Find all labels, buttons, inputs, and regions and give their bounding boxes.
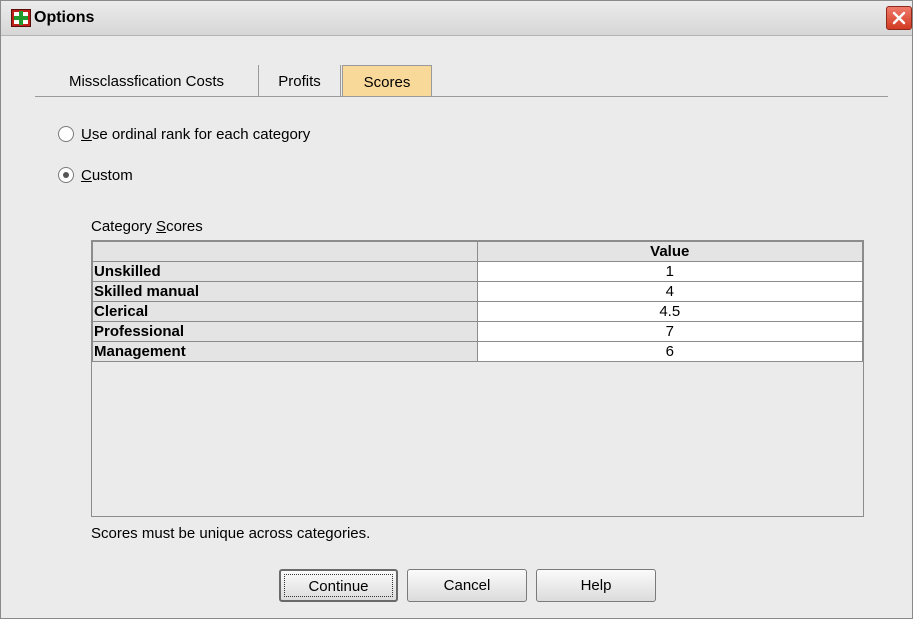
- tab-profits[interactable]: Profits: [259, 65, 341, 96]
- options-dialog: Options Missclassfication Costs Profits …: [0, 0, 913, 619]
- category-scores-label: Category Scores: [91, 218, 203, 235]
- value-cell[interactable]: 1: [476, 261, 864, 282]
- table-row: Management 6: [92, 341, 864, 362]
- tab-strip: Missclassfication Costs Profits Scores: [35, 65, 888, 97]
- table-header-row: Value: [92, 241, 864, 262]
- uniqueness-note: Scores must be unique across categories.: [91, 525, 371, 542]
- app-icon: [11, 9, 31, 27]
- category-cell: Skilled manual: [92, 281, 478, 302]
- value-cell[interactable]: 4.5: [476, 301, 864, 322]
- tab-scores[interactable]: Scores: [342, 65, 432, 96]
- tab-divider: [35, 96, 888, 97]
- category-cell: Unskilled: [92, 261, 478, 282]
- close-icon: [892, 11, 906, 25]
- value-cell[interactable]: 7: [476, 321, 864, 342]
- close-button[interactable]: [886, 6, 912, 30]
- category-cell: Professional: [92, 321, 478, 342]
- ordinal-rank-radio[interactable]: [58, 126, 74, 142]
- table-row: Professional 7: [92, 321, 864, 342]
- category-scores-grid[interactable]: Value Unskilled 1 Skilled manual 4 Cleri…: [91, 240, 864, 517]
- table-row: Skilled manual 4: [92, 281, 864, 302]
- table-row: Unskilled 1: [92, 261, 864, 282]
- tab-missclassification-costs[interactable]: Missclassfication Costs: [35, 65, 259, 96]
- table-row: Clerical 4.5: [92, 301, 864, 322]
- tab-label: Scores: [363, 74, 411, 91]
- help-button[interactable]: Help: [536, 569, 656, 602]
- dialog-title: Options: [34, 9, 95, 26]
- value-cell[interactable]: 6: [476, 341, 864, 362]
- value-cell[interactable]: 4: [476, 281, 864, 302]
- category-cell: Clerical: [92, 301, 478, 322]
- continue-button[interactable]: Continue: [279, 569, 398, 602]
- value-column-header: Value: [476, 241, 864, 262]
- tab-label: Missclassfication Costs: [68, 73, 225, 90]
- custom-label: Custom: [81, 167, 133, 184]
- category-cell: Management: [92, 341, 478, 362]
- tab-label: Profits: [278, 73, 321, 90]
- custom-radio[interactable]: [58, 167, 74, 183]
- title-bar[interactable]: Options: [1, 1, 912, 36]
- category-column-header: [92, 241, 478, 262]
- continue-button-label: Continue: [284, 574, 393, 597]
- scores-table: Value Unskilled 1 Skilled manual 4 Cleri…: [92, 241, 864, 362]
- ordinal-rank-label: Use ordinal rank for each category: [81, 126, 311, 143]
- cancel-button[interactable]: Cancel: [407, 569, 527, 602]
- radio-selected-dot: [63, 172, 69, 178]
